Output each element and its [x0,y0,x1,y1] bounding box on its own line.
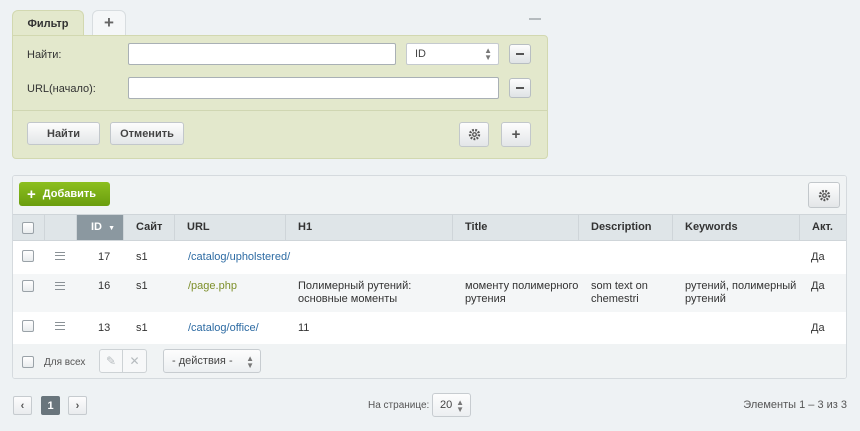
select-all-footer-checkbox[interactable] [22,356,34,368]
find-input[interactable] [128,43,396,65]
chevron-right-icon: › [75,399,80,412]
next-page-button[interactable]: › [68,396,87,415]
prev-page-button[interactable]: ‹ [13,396,32,415]
filter-divider [13,110,547,111]
plus-icon: + [511,126,521,143]
cancel-button[interactable]: Отменить [110,122,184,145]
row-checkbox[interactable] [22,320,34,332]
total-count: Элементы 1 – 3 из 3 [743,399,847,411]
cell-h1: 11 [298,322,310,334]
select-arrows-icon: ▲ ▼ [456,398,464,414]
cell-active: Да [811,251,825,263]
plus-icon: + [27,185,36,203]
cell-id: 13 [98,322,111,334]
url-input[interactable] [128,77,499,99]
cell-active: Да [811,322,825,334]
cell-url[interactable]: /page.php [188,280,237,293]
table-row[interactable]: 16 s1 /page.php Полимерный рутений: осно… [13,274,846,312]
table-row[interactable]: 13 s1 /catalog/office/ 11 Да [13,312,846,344]
select-all-label: Для всех [44,357,86,368]
table-row[interactable]: 17 s1 /catalog/upholstered/ Да [13,241,846,274]
add-filter-field-button[interactable]: + [501,122,531,147]
gear-icon [818,189,830,201]
cell-description: som text on chemestri [591,280,648,305]
grid-toolbar: + Добавить [13,176,846,214]
remove-url-field-button[interactable] [509,78,531,98]
url-label: URL(начало): [27,83,96,95]
header-checkbox-cell [13,215,45,240]
gear-icon [468,128,480,141]
collapse-filter-button[interactable] [529,14,541,20]
add-button[interactable]: + Добавить [19,182,110,206]
actions-select-value: - действия - [172,355,233,367]
cell-site: s1 [136,322,148,334]
remove-find-field-button[interactable] [509,44,531,64]
per-page-select[interactable]: 20 ▲ ▼ [432,393,471,417]
header-menu-cell [45,215,77,240]
find-field-select[interactable]: ID ▲ ▼ [406,43,499,65]
sort-desc-icon: ▼ [108,225,115,232]
row-checkbox[interactable] [22,250,34,262]
tab-filter[interactable]: Фильтр [12,10,84,36]
close-icon: ✕ [129,354,140,368]
cell-url[interactable]: /catalog/upholstered/ [188,251,290,264]
data-grid: + Добавить ID ▼ Сайт URL H1 Title Descri… [12,175,847,379]
column-header-title[interactable]: Title [453,215,579,240]
actions-select[interactable]: - действия - ▲ ▼ [163,349,261,373]
column-header-site[interactable]: Сайт [124,215,175,240]
column-header-id[interactable]: ID ▼ [77,215,124,240]
cell-site: s1 [136,280,148,292]
column-header-h1[interactable]: H1 [286,215,453,240]
find-label: Найти: [27,49,62,61]
add-button-label: Добавить [42,188,97,200]
grid-footer: Для всех ✎ ✕ - действия - ▲ ▼ [13,344,846,378]
cell-keywords: рутений, полимерный рутений [685,280,797,305]
column-header-keywords[interactable]: Keywords [673,215,800,240]
add-filter-tab-button[interactable]: + [92,10,126,36]
column-header-url[interactable]: URL [175,215,286,240]
edit-selected-button[interactable]: ✎ [99,349,123,373]
menu-icon[interactable] [55,252,65,260]
page-1-button[interactable]: 1 [41,396,60,415]
column-header-id-label: ID [91,221,102,233]
select-arrows-icon: ▲ ▼ [484,46,492,62]
filter-settings-button[interactable] [459,122,489,147]
pencil-icon: ✎ [105,354,117,368]
grid-settings-button[interactable] [808,182,840,208]
menu-icon[interactable] [55,322,65,330]
cell-site: s1 [136,251,148,263]
table-header: ID ▼ Сайт URL H1 Title Description Keywo… [13,214,846,241]
per-page-value: 20 [440,399,453,411]
find-field-select-value: ID [415,48,426,60]
chevron-left-icon: ‹ [20,399,25,412]
cell-h1: Полимерный рутений: основные моменты [298,280,412,305]
select-all-checkbox[interactable] [22,222,34,234]
row-checkbox[interactable] [22,280,34,292]
cell-title: моменту полимерного рутения [465,280,579,305]
per-page-label: На странице: [368,400,430,411]
cell-active: Да [811,280,825,292]
column-header-description[interactable]: Description [579,215,673,240]
cell-id: 17 [98,251,111,263]
filter-panel: Найти: ID ▲ ▼ URL(начало): Найти Отменить… [12,35,548,159]
column-header-active[interactable]: Акт. [800,215,846,240]
delete-selected-button[interactable]: ✕ [123,349,147,373]
cell-id: 16 [98,280,111,292]
cell-url[interactable]: /catalog/office/ [188,322,259,335]
find-button[interactable]: Найти [27,122,100,145]
select-arrows-icon: ▲ ▼ [246,354,254,370]
menu-icon[interactable] [55,282,65,290]
